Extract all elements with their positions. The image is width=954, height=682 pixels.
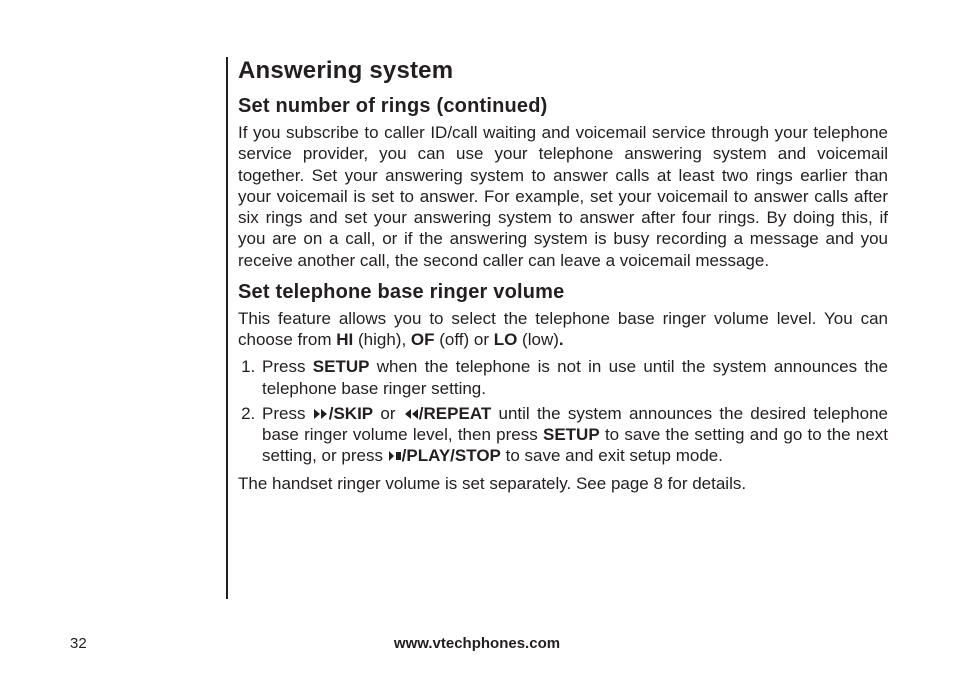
paragraph-final-note: The handset ringer volume is set separat… [238,473,888,494]
section-heading-ringer-volume: Set telephone base ringer volume [238,281,888,304]
text: to save and exit setup mode. [501,446,723,465]
rewind-icon [403,407,419,421]
page-title: Answering system [238,57,888,85]
fast-forward-icon [313,407,329,421]
text: Press [262,357,313,376]
steps-list: Press SETUP when the telephone is not in… [238,356,888,466]
list-item: Press /SKIP or /REPEAT until the system … [260,403,888,467]
label-hi: HI [336,330,353,349]
label-setup: SETUP [313,357,370,376]
text: Press [262,404,313,423]
label-skip: /SKIP [329,404,373,423]
text: (high), [353,330,411,349]
text: (off) or [435,330,494,349]
label-repeat: REPEAT [424,404,492,423]
content-area: Answering system Set number of rings (co… [238,57,888,504]
text: or [373,404,403,423]
text-period: . [559,330,564,349]
label-setup: SETUP [543,425,600,444]
label-lo: LO [494,330,518,349]
vertical-rule [226,57,228,599]
list-item: Press SETUP when the telephone is not in… [260,356,888,399]
text: (low) [517,330,559,349]
manual-page: Answering system Set number of rings (co… [0,0,954,682]
paragraph-rings: If you subscribe to caller ID/call waiti… [238,122,888,271]
play-stop-icon [388,449,402,463]
label-of: OF [411,330,435,349]
label-playstop: PLAY/STOP [406,446,500,465]
paragraph-ringer-intro: This feature allows you to select the te… [238,308,888,351]
section-heading-rings: Set number of rings (continued) [238,95,888,118]
footer-url: www.vtechphones.com [0,635,954,652]
